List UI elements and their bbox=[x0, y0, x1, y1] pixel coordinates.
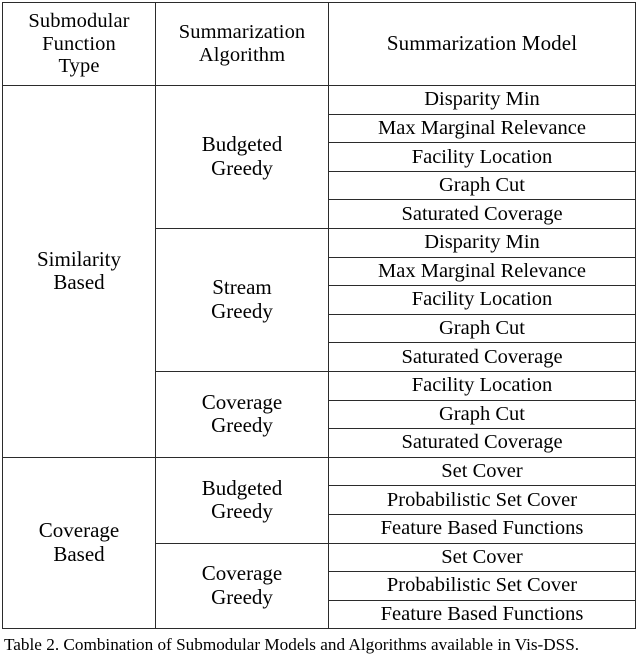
column-header-line: Submodular bbox=[28, 9, 130, 32]
cell-line: Greedy bbox=[211, 413, 273, 438]
summarization-algorithm-cell: Budgeted Greedy bbox=[155, 85, 329, 229]
summarization-algorithm-cell: Coverage Greedy bbox=[155, 542, 329, 630]
summarization-model-cell: Max Marginal Relevance bbox=[328, 113, 636, 144]
summarization-model-cell: Facility Location bbox=[328, 285, 636, 315]
cell-line: Greedy bbox=[211, 298, 273, 323]
cell-line: Coverage bbox=[201, 561, 283, 586]
summarization-model-cell: Disparity Min bbox=[328, 227, 636, 258]
summarization-model-cell: Facility Location bbox=[328, 142, 636, 172]
table-row: Coverage Based Budgeted Greedy Set Cover bbox=[2, 456, 636, 630]
cell-line: Budgeted bbox=[201, 132, 283, 157]
summarization-model-cell: Saturated Coverage bbox=[328, 428, 636, 458]
summarization-model-cell: Probabilistic Set Cover bbox=[328, 485, 636, 515]
submodular-function-type-cell: Similarity Based bbox=[2, 85, 156, 458]
cell-line: Greedy bbox=[211, 155, 273, 180]
cell-line: Greedy bbox=[211, 584, 273, 609]
summarization-model-cell: Graph Cut bbox=[328, 313, 636, 344]
table-row: Similarity Based Budgeted Greedy Disparity M… bbox=[2, 85, 636, 458]
summarization-model-cell: Disparity Min bbox=[328, 85, 636, 115]
page-root: Submodular Function Type Summarization A… bbox=[0, 0, 640, 659]
summarization-algorithm-cell: Stream Greedy bbox=[155, 227, 329, 372]
summarization-algorithm-cell: Coverage Greedy bbox=[155, 370, 329, 458]
summarization-model-cell: Saturated Coverage bbox=[328, 199, 636, 229]
cell-line: Greedy bbox=[211, 499, 273, 524]
summarization-model-cell: Feature Based Functions bbox=[328, 513, 636, 544]
summarization-model-cell: Max Marginal Relevance bbox=[328, 256, 636, 287]
summarization-model-cell: Graph Cut bbox=[328, 170, 636, 201]
column-header-line: Type bbox=[58, 55, 100, 78]
summarization-model-cell: Probabilistic Set Cover bbox=[328, 571, 636, 601]
table-header-row: Submodular Function Type Summarization A… bbox=[2, 2, 636, 86]
cell-line: Coverage bbox=[38, 518, 120, 543]
table-caption-text: Table 2. Combination of Submodular Model… bbox=[4, 635, 580, 655]
column-header-summarization-model: Summarization Model bbox=[328, 2, 636, 86]
summarization-model-cell: Facility Location bbox=[328, 370, 636, 401]
summarization-model-cell: Set Cover bbox=[328, 542, 636, 573]
summarization-model-cell: Graph Cut bbox=[328, 399, 636, 430]
cell-line: Similarity bbox=[37, 246, 121, 271]
submodular-function-type-cell: Coverage Based bbox=[2, 456, 156, 630]
summarization-model-cell: Saturated Coverage bbox=[328, 342, 636, 372]
column-header-submodular-function-type: Submodular Function Type bbox=[2, 2, 156, 86]
table-body: Similarity Based Budgeted Greedy Disparity M… bbox=[2, 85, 636, 630]
cell-line: Stream bbox=[212, 275, 272, 300]
cell-line: Coverage bbox=[201, 389, 283, 414]
table-header: Submodular Function Type Summarization A… bbox=[2, 2, 636, 86]
column-header-line: Algorithm bbox=[198, 44, 286, 66]
cell-line: Based bbox=[53, 542, 105, 566]
summarization-model-cell: Feature Based Functions bbox=[328, 599, 636, 630]
summarization-algorithm-cell: Budgeted Greedy bbox=[155, 456, 329, 544]
submodular-models-table: Submodular Function Type Summarization A… bbox=[2, 2, 636, 630]
summarization-model-cell: Set Cover bbox=[328, 456, 636, 487]
cell-line: Budgeted bbox=[201, 475, 283, 500]
column-header-summarization-algorithm: Summarization Algorithm bbox=[155, 2, 329, 86]
column-header-line: Summarization bbox=[178, 21, 306, 44]
table-caption: Table 2. Combination of Submodular Model… bbox=[4, 633, 636, 657]
cell-line: Based bbox=[53, 270, 105, 295]
column-header-line: Function bbox=[42, 32, 116, 55]
